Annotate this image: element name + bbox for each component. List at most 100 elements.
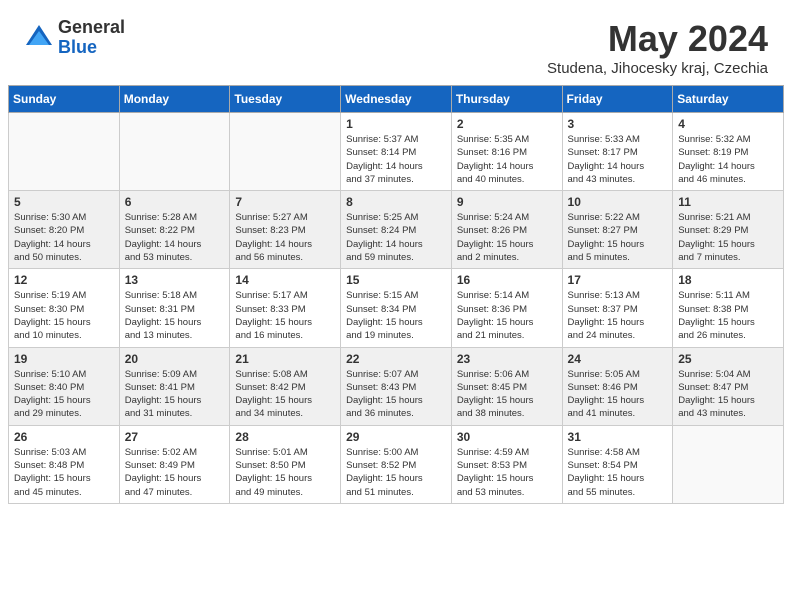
calendar-cell: 13 Sunrise: 5:18 AM Sunset: 8:31 PM Dayli… bbox=[119, 269, 230, 347]
day-number: 17 bbox=[568, 273, 668, 287]
calendar-cell: 31 Sunrise: 4:58 AM Sunset: 8:54 PM Dayli… bbox=[562, 425, 673, 503]
day-info: Sunrise: 5:27 AM Sunset: 8:23 PM Dayligh… bbox=[235, 211, 335, 264]
logo-general: General bbox=[58, 18, 125, 38]
calendar-cell: 22 Sunrise: 5:07 AM Sunset: 8:43 PM Dayli… bbox=[341, 347, 452, 425]
th-friday: Friday bbox=[562, 86, 673, 113]
day-number: 4 bbox=[678, 117, 778, 131]
day-number: 31 bbox=[568, 430, 668, 444]
day-info: Sunrise: 5:22 AM Sunset: 8:27 PM Dayligh… bbox=[568, 211, 668, 264]
calendar-body: 1 Sunrise: 5:37 AM Sunset: 8:14 PM Daylig… bbox=[9, 113, 784, 504]
calendar-cell bbox=[9, 113, 120, 191]
day-number: 5 bbox=[14, 195, 114, 209]
calendar-cell: 29 Sunrise: 5:00 AM Sunset: 8:52 PM Dayli… bbox=[341, 425, 452, 503]
day-info: Sunrise: 5:07 AM Sunset: 8:43 PM Dayligh… bbox=[346, 368, 446, 421]
calendar-cell: 15Sunrise: 5:15 AM Sunset: 8:34 PM Dayli… bbox=[341, 269, 452, 347]
calendar-table: Sunday Monday Tuesday Wednesday Thursday… bbox=[8, 85, 784, 504]
day-info: Sunrise: 4:58 AM Sunset: 8:54 PM Dayligh… bbox=[568, 446, 668, 499]
calendar-cell: 9 Sunrise: 5:24 AM Sunset: 8:26 PM Daylig… bbox=[451, 191, 562, 269]
calendar-cell: 6Sunrise: 5:28 AM Sunset: 8:22 PM Daylig… bbox=[119, 191, 230, 269]
calendar-cell: 20 Sunrise: 5:09 AM Sunset: 8:41 PM Dayli… bbox=[119, 347, 230, 425]
day-info: Sunrise: 5:33 AM Sunset: 8:17 PM Dayligh… bbox=[568, 133, 668, 186]
day-number: 28 bbox=[235, 430, 335, 444]
day-number: 7 bbox=[235, 195, 335, 209]
day-info: Sunrise: 5:25 AM Sunset: 8:24 PM Dayligh… bbox=[346, 211, 446, 264]
day-number: 18 bbox=[678, 273, 778, 287]
day-info: Sunrise: 5:19 AM Sunset: 8:30 PM Dayligh… bbox=[14, 289, 114, 342]
day-number: 15 bbox=[346, 273, 446, 287]
day-number: 30 bbox=[457, 430, 557, 444]
month-title: May 2024 bbox=[547, 18, 768, 60]
calendar-cell: 28 Sunrise: 5:01 AM Sunset: 8:50 PM Dayli… bbox=[230, 425, 341, 503]
day-info: Sunrise: 5:00 AM Sunset: 8:52 PM Dayligh… bbox=[346, 446, 446, 499]
calendar-cell: 16 Sunrise: 5:14 AM Sunset: 8:36 PM Dayli… bbox=[451, 269, 562, 347]
calendar-cell: 30 Sunrise: 4:59 AM Sunset: 8:53 PM Dayli… bbox=[451, 425, 562, 503]
calendar-cell: 1 Sunrise: 5:37 AM Sunset: 8:14 PM Daylig… bbox=[341, 113, 452, 191]
day-number: 25 bbox=[678, 352, 778, 366]
week-row-5: 26 Sunrise: 5:03 AM Sunset: 8:48 PM Dayli… bbox=[9, 425, 784, 503]
day-info: Sunrise: 5:01 AM Sunset: 8:50 PM Dayligh… bbox=[235, 446, 335, 499]
calendar-cell: 11 Sunrise: 5:21 AM Sunset: 8:29 PM Dayli… bbox=[673, 191, 784, 269]
th-tuesday: Tuesday bbox=[230, 86, 341, 113]
day-info: Sunrise: 5:09 AM Sunset: 8:41 PM Dayligh… bbox=[125, 368, 225, 421]
day-info: Sunrise: 5:14 AM Sunset: 8:36 PM Dayligh… bbox=[457, 289, 557, 342]
calendar-cell: 25Sunrise: 5:04 AM Sunset: 8:47 PM Dayli… bbox=[673, 347, 784, 425]
calendar-cell: 4 Sunrise: 5:32 AM Sunset: 8:19 PM Daylig… bbox=[673, 113, 784, 191]
day-number: 14 bbox=[235, 273, 335, 287]
day-number: 24 bbox=[568, 352, 668, 366]
calendar-cell: 12 Sunrise: 5:19 AM Sunset: 8:30 PM Dayli… bbox=[9, 269, 120, 347]
day-number: 21 bbox=[235, 352, 335, 366]
day-number: 2 bbox=[457, 117, 557, 131]
th-wednesday: Wednesday bbox=[341, 86, 452, 113]
day-number: 27 bbox=[125, 430, 225, 444]
day-number: 22 bbox=[346, 352, 446, 366]
calendar-cell: 24 Sunrise: 5:05 AM Sunset: 8:46 PM Dayli… bbox=[562, 347, 673, 425]
day-info: Sunrise: 5:30 AM Sunset: 8:20 PM Dayligh… bbox=[14, 211, 114, 264]
day-number: 16 bbox=[457, 273, 557, 287]
calendar-cell bbox=[230, 113, 341, 191]
day-number: 13 bbox=[125, 273, 225, 287]
day-number: 10 bbox=[568, 195, 668, 209]
calendar-cell: 19Sunrise: 5:10 AM Sunset: 8:40 PM Dayli… bbox=[9, 347, 120, 425]
title-section: May 2024 Studena, Jihocesky kraj, Czechi… bbox=[547, 18, 768, 77]
week-row-1: 1 Sunrise: 5:37 AM Sunset: 8:14 PM Daylig… bbox=[9, 113, 784, 191]
calendar-cell: 8 Sunrise: 5:25 AM Sunset: 8:24 PM Daylig… bbox=[341, 191, 452, 269]
logo-text: General Blue bbox=[58, 18, 125, 58]
day-number: 11 bbox=[678, 195, 778, 209]
day-number: 29 bbox=[346, 430, 446, 444]
day-number: 6 bbox=[125, 195, 225, 209]
day-number: 20 bbox=[125, 352, 225, 366]
day-number: 26 bbox=[14, 430, 114, 444]
day-number: 9 bbox=[457, 195, 557, 209]
calendar-cell bbox=[119, 113, 230, 191]
day-info: Sunrise: 4:59 AM Sunset: 8:53 PM Dayligh… bbox=[457, 446, 557, 499]
calendar-cell: 21 Sunrise: 5:08 AM Sunset: 8:42 PM Dayli… bbox=[230, 347, 341, 425]
week-row-2: 5 Sunrise: 5:30 AM Sunset: 8:20 PM Daylig… bbox=[9, 191, 784, 269]
day-number: 8 bbox=[346, 195, 446, 209]
day-info: Sunrise: 5:18 AM Sunset: 8:31 PM Dayligh… bbox=[125, 289, 225, 342]
day-info: Sunrise: 5:35 AM Sunset: 8:16 PM Dayligh… bbox=[457, 133, 557, 186]
day-number: 12 bbox=[14, 273, 114, 287]
logo-icon bbox=[24, 23, 54, 53]
calendar-cell: 3 Sunrise: 5:33 AM Sunset: 8:17 PM Daylig… bbox=[562, 113, 673, 191]
th-sunday: Sunday bbox=[9, 86, 120, 113]
day-info: Sunrise: 5:06 AM Sunset: 8:45 PM Dayligh… bbox=[457, 368, 557, 421]
day-info: Sunrise: 5:05 AM Sunset: 8:46 PM Dayligh… bbox=[568, 368, 668, 421]
calendar-cell: 10 Sunrise: 5:22 AM Sunset: 8:27 PM Dayli… bbox=[562, 191, 673, 269]
day-info: Sunrise: 5:32 AM Sunset: 8:19 PM Dayligh… bbox=[678, 133, 778, 186]
th-thursday: Thursday bbox=[451, 86, 562, 113]
calendar-cell: 17Sunrise: 5:13 AM Sunset: 8:37 PM Dayli… bbox=[562, 269, 673, 347]
day-info: Sunrise: 5:24 AM Sunset: 8:26 PM Dayligh… bbox=[457, 211, 557, 264]
day-info: Sunrise: 5:11 AM Sunset: 8:38 PM Dayligh… bbox=[678, 289, 778, 342]
day-number: 1 bbox=[346, 117, 446, 131]
day-info: Sunrise: 5:08 AM Sunset: 8:42 PM Dayligh… bbox=[235, 368, 335, 421]
calendar-cell: 18 Sunrise: 5:11 AM Sunset: 8:38 PM Dayli… bbox=[673, 269, 784, 347]
day-info: Sunrise: 5:17 AM Sunset: 8:33 PM Dayligh… bbox=[235, 289, 335, 342]
location: Studena, Jihocesky kraj, Czechia bbox=[547, 60, 768, 77]
day-number: 3 bbox=[568, 117, 668, 131]
day-info: Sunrise: 5:21 AM Sunset: 8:29 PM Dayligh… bbox=[678, 211, 778, 264]
page-header: General Blue May 2024 Studena, Jihocesky… bbox=[0, 0, 792, 85]
day-info: Sunrise: 5:37 AM Sunset: 8:14 PM Dayligh… bbox=[346, 133, 446, 186]
day-info: Sunrise: 5:10 AM Sunset: 8:40 PM Dayligh… bbox=[14, 368, 114, 421]
calendar-header: Sunday Monday Tuesday Wednesday Thursday… bbox=[9, 86, 784, 113]
day-info: Sunrise: 5:03 AM Sunset: 8:48 PM Dayligh… bbox=[14, 446, 114, 499]
